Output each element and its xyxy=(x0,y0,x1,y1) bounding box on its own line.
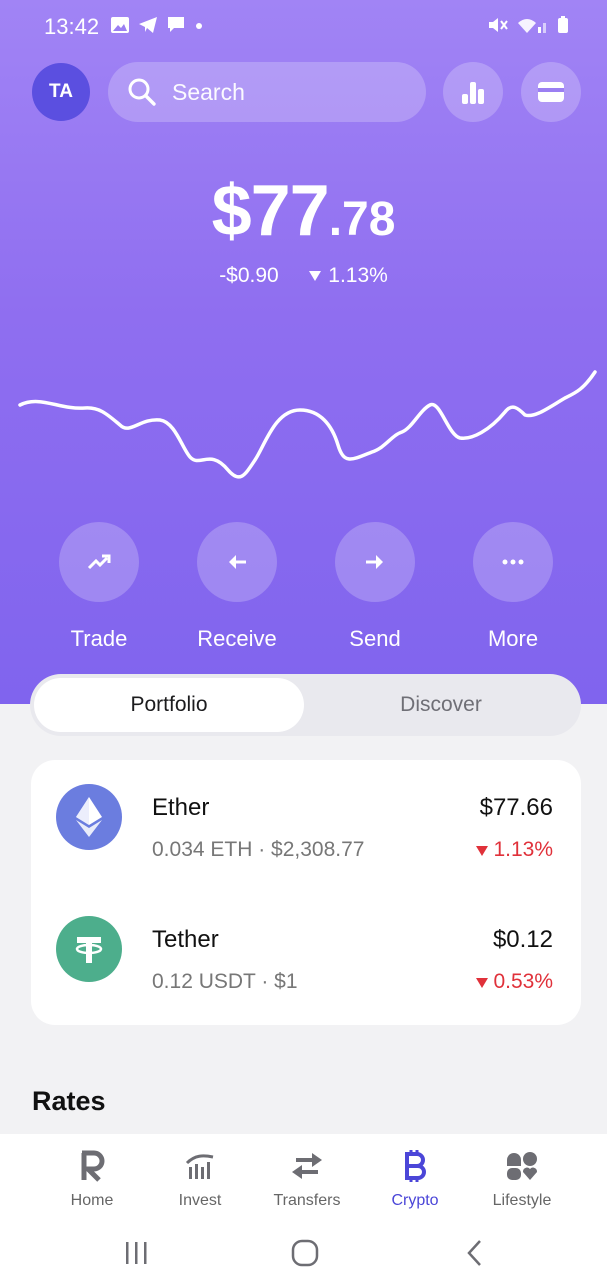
balance-integer: $77 xyxy=(211,171,330,251)
rates-heading: Rates xyxy=(32,1086,106,1116)
send-action[interactable]: Send xyxy=(305,522,445,652)
status-time: 13:42 xyxy=(44,14,100,39)
cards-button[interactable] xyxy=(521,62,581,122)
system-icons xyxy=(487,16,569,34)
telegram-icon xyxy=(139,17,157,33)
nav-lifestyle[interactable]: Lifestyle xyxy=(472,1148,572,1210)
balance-change: -$0.90 1.13% xyxy=(0,264,607,288)
nav-crypto-label: Crypto xyxy=(391,1192,439,1209)
message-icon xyxy=(168,17,184,32)
asset-change-value: 1.13% xyxy=(493,838,553,861)
trade-action[interactable]: Trade xyxy=(29,522,169,652)
receive-button[interactable] xyxy=(197,522,277,602)
bottom-navigation: Home Invest Transfers Crypto Lifestyle xyxy=(0,1134,607,1222)
chart-line xyxy=(18,370,597,479)
more-dots-icon xyxy=(502,559,524,565)
trend-up-icon xyxy=(87,554,111,570)
ethereum-icon xyxy=(56,784,122,850)
trade-label: Trade xyxy=(70,626,128,651)
wifi-signal-icon xyxy=(518,19,546,33)
bitcoin-icon xyxy=(405,1150,426,1182)
asset-row-tether[interactable]: Tether 0.12 USDT · $1 $0.12 0.53% xyxy=(31,892,581,1002)
nav-transfers-label: Transfers xyxy=(273,1192,341,1209)
arrow-left-icon xyxy=(229,555,246,569)
more-button[interactable] xyxy=(473,522,553,602)
asset-name: Ether xyxy=(152,794,210,821)
lifestyle-icon xyxy=(507,1152,538,1180)
portfolio-chart[interactable] xyxy=(0,360,607,500)
analytics-button[interactable] xyxy=(443,62,503,122)
nav-invest-label: Invest xyxy=(178,1192,222,1209)
tether-icon xyxy=(56,916,122,982)
asset-change: 0.53% xyxy=(475,970,553,994)
status-bar: 13:42 xyxy=(0,8,607,44)
assets-card: Ether 0.034 ETH · $2,308.77 $77.66 1.13%… xyxy=(31,760,581,1025)
asset-change: 1.13% xyxy=(475,838,553,862)
down-triangle-icon xyxy=(475,978,488,988)
more-action[interactable]: More xyxy=(443,522,583,652)
crypto-hero: 13:42 TA Search $77.78 -$0.90 1.13% Trad… xyxy=(0,0,607,704)
more-label: More xyxy=(487,626,539,651)
arrow-right-icon xyxy=(366,555,383,569)
asset-name: Tether xyxy=(152,926,219,953)
invest-chart-icon xyxy=(185,1154,214,1179)
notification-icons xyxy=(110,16,204,34)
dot-icon xyxy=(196,23,202,29)
search-placeholder: Search xyxy=(172,78,245,105)
balance-decimal: .78 xyxy=(328,193,396,246)
send-label: Send xyxy=(349,626,401,651)
home-button-icon[interactable] xyxy=(290,1238,320,1268)
back-button-icon[interactable] xyxy=(465,1238,485,1268)
asset-change-value: 0.53% xyxy=(493,970,553,993)
recent-apps-icon[interactable] xyxy=(124,1240,148,1266)
change-amount: -$0.90 xyxy=(219,264,279,287)
nav-transfers[interactable]: Transfers xyxy=(257,1148,357,1210)
receive-action[interactable]: Receive xyxy=(167,522,307,652)
segmented-tabs: Portfolio Discover xyxy=(30,674,581,736)
down-triangle-icon xyxy=(475,846,488,856)
nav-invest[interactable]: Invest xyxy=(150,1148,250,1210)
asset-value: $77.66 xyxy=(479,794,553,821)
revolut-r-icon xyxy=(81,1150,105,1182)
mute-icon xyxy=(489,18,508,32)
card-icon xyxy=(538,82,564,102)
asset-value: $0.12 xyxy=(492,926,553,953)
search-icon xyxy=(128,78,156,106)
transfer-arrows-icon xyxy=(292,1153,322,1179)
asset-holding: 0.034 ETH · $2,308.77 xyxy=(152,838,365,861)
tab-discover[interactable]: Discover xyxy=(306,678,576,732)
receive-label: Receive xyxy=(197,626,277,651)
nav-lifestyle-label: Lifestyle xyxy=(492,1192,552,1209)
search-bar[interactable]: Search xyxy=(108,62,426,122)
nav-home[interactable]: Home xyxy=(42,1148,142,1210)
change-percent: 1.13% xyxy=(328,264,388,287)
nav-crypto[interactable]: Crypto xyxy=(365,1148,465,1210)
down-triangle-icon xyxy=(309,271,322,281)
bar-chart-icon xyxy=(462,82,484,104)
battery-icon xyxy=(558,16,568,33)
profile-avatar[interactable]: TA xyxy=(32,63,90,121)
nav-home-label: Home xyxy=(70,1192,114,1209)
trade-button[interactable] xyxy=(59,522,139,602)
asset-row-ether[interactable]: Ether 0.034 ETH · $2,308.77 $77.66 1.13% xyxy=(31,760,581,870)
total-balance: $77.78 xyxy=(0,170,607,252)
asset-holding: 0.12 USDT · $1 xyxy=(152,970,298,993)
tab-portfolio[interactable]: Portfolio xyxy=(34,678,304,732)
system-navigation-bar xyxy=(0,1222,607,1280)
send-button[interactable] xyxy=(335,522,415,602)
gallery-icon xyxy=(111,17,129,33)
